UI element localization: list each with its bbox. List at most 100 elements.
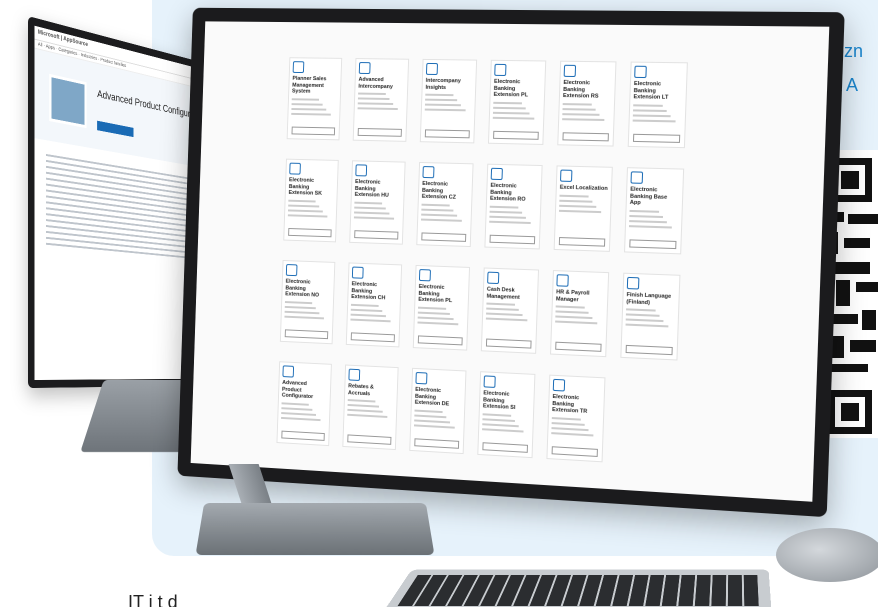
app-tile[interactable]: Electronic Banking Extension SK — [283, 159, 338, 243]
get-it-now-button[interactable] — [97, 121, 133, 137]
app-tile-button[interactable] — [555, 342, 601, 352]
app-icon — [487, 272, 499, 284]
app-tile-button[interactable] — [633, 134, 680, 143]
nav-item[interactable]: Apps — [46, 43, 55, 51]
app-tile-name: Intercompany Insights — [425, 78, 472, 92]
app-icon — [556, 274, 568, 287]
app-icon — [630, 171, 643, 184]
app-tile-button[interactable] — [354, 230, 398, 239]
app-icon — [422, 166, 434, 178]
app-tile-button[interactable] — [414, 438, 459, 449]
qr-module — [832, 336, 844, 358]
app-tile-button[interactable] — [281, 431, 324, 441]
app-tile[interactable]: Electronic Banking Extension HU — [349, 160, 405, 244]
app-icon — [627, 277, 640, 290]
app-tile-button[interactable] — [493, 131, 539, 140]
app-tile-name: Electronic Banking Extension RO — [490, 183, 538, 204]
app-tile[interactable]: Electronic Banking Extension NO — [280, 260, 335, 344]
app-icon — [282, 365, 294, 377]
app-title: Advanced Product Configurator — [97, 88, 202, 122]
app-tile-name: Electronic Banking Extension CH — [351, 281, 398, 302]
app-tile-name: Electronic Banking Extension LT — [633, 81, 683, 102]
app-tile[interactable]: Finish Language (Finland) — [620, 273, 680, 361]
app-tile-button[interactable] — [562, 132, 608, 141]
qr-module — [848, 214, 878, 224]
app-tile-name: Electronic Banking Base App — [630, 187, 680, 208]
app-icon — [564, 65, 576, 77]
qr-finder-pattern — [828, 390, 872, 434]
app-tile-button[interactable] — [629, 239, 676, 249]
app-icon — [553, 379, 565, 392]
front-monitor-base — [196, 503, 435, 555]
app-icon — [352, 267, 364, 279]
app-tile[interactable]: Excel Localization — [554, 165, 613, 251]
app-tile[interactable]: Advanced Product Configurator — [276, 361, 331, 446]
app-tile[interactable]: Electronic Banking Extension PL — [413, 265, 470, 351]
footer-text: IT i t d — [128, 592, 178, 607]
app-tile-button[interactable] — [421, 232, 466, 241]
app-tile-button[interactable] — [559, 237, 605, 247]
app-icon — [484, 375, 496, 388]
app-tile-button[interactable] — [288, 228, 332, 237]
app-tile-button[interactable] — [486, 339, 532, 349]
app-icon — [359, 62, 371, 74]
app-tile[interactable]: Intercompany Insights — [420, 59, 477, 143]
app-tile[interactable]: Planner Sales Management System — [287, 57, 343, 140]
keyboard — [383, 570, 771, 607]
app-tile-button[interactable] — [626, 345, 673, 355]
app-tile[interactable]: Electronic Banking Extension RS — [557, 61, 616, 147]
app-tile-button[interactable] — [425, 129, 470, 138]
app-tile[interactable]: Advanced Intercompany — [353, 58, 409, 142]
app-icon — [415, 372, 427, 384]
app-tile-name: Electronic Banking Extension SI — [483, 390, 531, 412]
app-icon — [634, 66, 647, 78]
app-tile-name: Electronic Banking Extension DE — [415, 387, 462, 409]
app-tile-name: Electronic Banking Extension TR — [552, 394, 601, 416]
app-tile[interactable]: Electronic Banking Base App — [624, 167, 684, 254]
app-tile-name: Electronic Banking Extension PL — [418, 284, 465, 305]
app-tile[interactable]: Electronic Banking Extension PL — [488, 60, 546, 145]
app-tile[interactable]: Cash Desk Management — [481, 267, 539, 353]
qr-module — [828, 364, 868, 372]
app-tile-name: Advanced Intercompany — [358, 77, 404, 91]
qr-module — [844, 238, 870, 248]
app-tile-name: Advanced Product Configurator — [282, 380, 328, 401]
app-tile-button[interactable] — [489, 235, 535, 245]
app-tile-name: Excel Localization — [560, 185, 608, 193]
app-tile-button[interactable] — [347, 434, 391, 444]
app-icon — [491, 168, 503, 180]
app-tile[interactable]: HR & Payroll Manager — [550, 270, 609, 357]
app-tile[interactable]: Electronic Banking Extension DE — [409, 368, 466, 454]
app-tile-button[interactable] — [482, 442, 528, 453]
nav-item[interactable]: All — [38, 41, 43, 48]
app-tile-button[interactable] — [552, 446, 598, 457]
app-icon — [494, 64, 506, 76]
app-tile-name: Cash Desk Management — [487, 287, 535, 302]
app-icon — [560, 170, 572, 182]
app-tile-button[interactable] — [285, 329, 329, 339]
app-icon — [419, 269, 431, 281]
app-icon — [355, 164, 367, 176]
app-tile-button[interactable] — [292, 127, 336, 136]
app-tile-name: Electronic Banking Extension HU — [355, 179, 402, 200]
app-tile[interactable]: Rebates & Accruals — [342, 365, 398, 451]
app-tile-name: Electronic Banking Extension CZ — [422, 181, 469, 202]
app-tile-button[interactable] — [358, 128, 402, 137]
app-logo-icon — [49, 74, 86, 128]
app-icon — [426, 63, 438, 75]
app-tile[interactable]: Electronic Banking Extension CZ — [416, 162, 473, 247]
app-icon — [293, 61, 305, 73]
app-icon — [348, 369, 360, 381]
app-tile[interactable]: Electronic Banking Extension CH — [346, 262, 402, 347]
front-monitor: Planner Sales Management System Advanced … — [177, 8, 844, 517]
app-tile-name: Electronic Banking Extension NO — [285, 279, 331, 300]
app-tile-name: Electronic Banking Extension PL — [493, 79, 541, 99]
app-tile[interactable]: Electronic Banking Extension TR — [546, 375, 605, 463]
app-tile-button[interactable] — [351, 332, 395, 342]
app-tile-button[interactable] — [418, 335, 463, 345]
qr-module — [830, 262, 870, 274]
front-screen: Planner Sales Management System Advanced … — [191, 21, 830, 501]
app-tile[interactable]: Electronic Banking Extension LT — [628, 62, 688, 149]
app-tile[interactable]: Electronic Banking Extension RO — [484, 164, 542, 250]
app-tile[interactable]: Electronic Banking Extension SI — [477, 371, 535, 458]
